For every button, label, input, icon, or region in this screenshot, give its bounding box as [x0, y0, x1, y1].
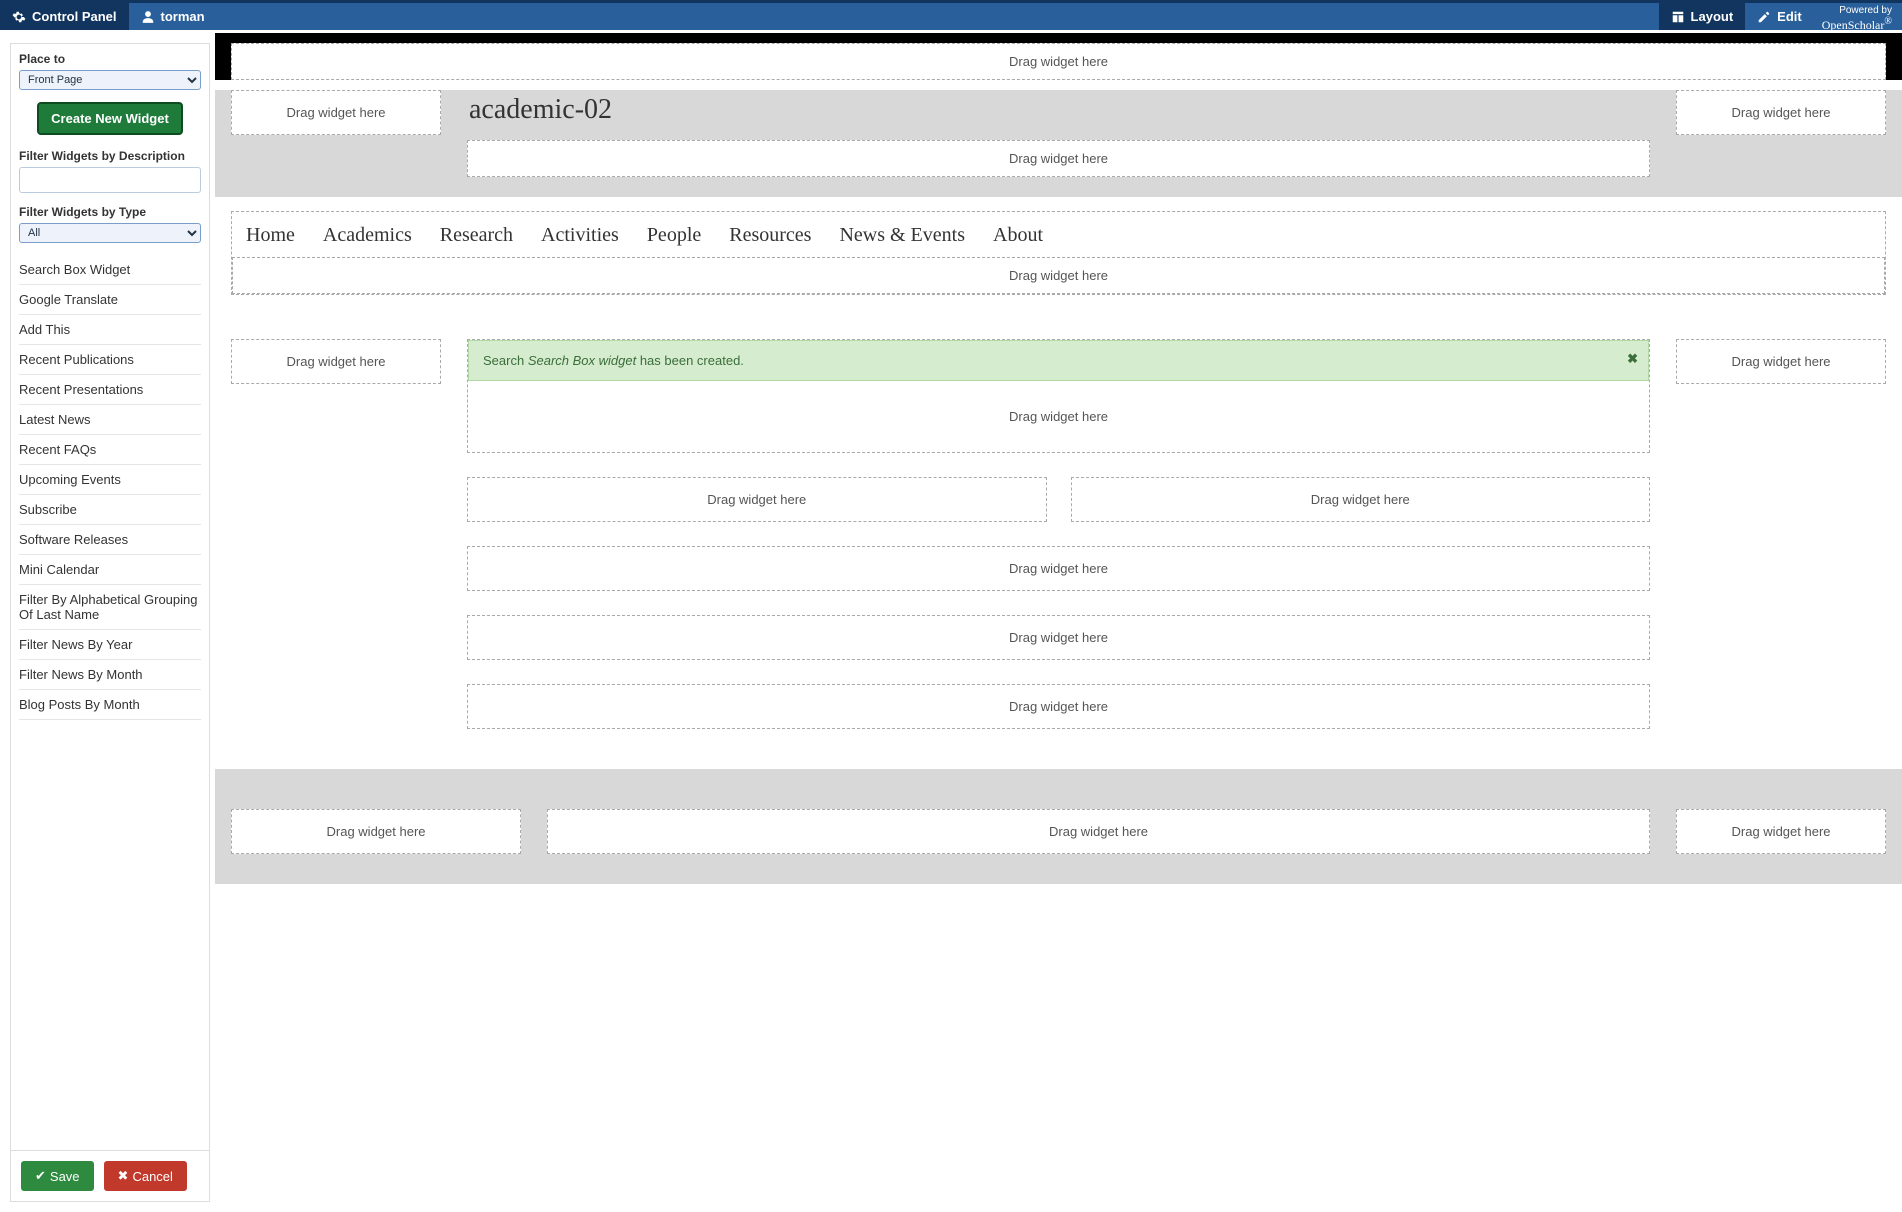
- nav-people[interactable]: People: [647, 224, 701, 247]
- dropzone-content-main[interactable]: Drag widget here: [468, 381, 1649, 452]
- widget-item-recent-faqs[interactable]: Recent FAQs: [19, 435, 201, 465]
- cancel-label: Cancel: [132, 1169, 172, 1184]
- widget-item-mini-calendar[interactable]: Mini Calendar: [19, 555, 201, 585]
- dropzone-header-center[interactable]: Drag widget here: [467, 140, 1650, 177]
- dropzone-header-right[interactable]: Drag widget here: [1676, 90, 1886, 135]
- nav-news[interactable]: News & Events: [839, 224, 965, 247]
- widget-list: Search Box Widget Google Translate Add T…: [19, 255, 201, 720]
- username-label: torman: [161, 9, 205, 24]
- control-panel-label: Control Panel: [32, 9, 117, 24]
- widget-item-google-translate[interactable]: Google Translate: [19, 285, 201, 315]
- widget-item-recent-presentations[interactable]: Recent Presentations: [19, 375, 201, 405]
- dropzone-header-left[interactable]: Drag widget here: [231, 90, 441, 135]
- widget-item-subscribe[interactable]: Subscribe: [19, 495, 201, 525]
- dropzone-center-3[interactable]: Drag widget here: [467, 684, 1650, 729]
- gear-icon: [12, 10, 26, 24]
- save-label: Save: [50, 1169, 80, 1184]
- create-new-widget-button[interactable]: Create New Widget: [37, 102, 183, 135]
- control-panel-button[interactable]: Control Panel: [0, 3, 129, 30]
- alert-text-suffix: has been created.: [636, 353, 744, 368]
- widget-item-filter-alpha[interactable]: Filter By Alphabetical Grouping Of Last …: [19, 585, 201, 630]
- widget-item-search-box[interactable]: Search Box Widget: [19, 255, 201, 285]
- powered-by[interactable]: Powered by OpenScholar®: [1814, 3, 1902, 30]
- alert-close-button[interactable]: ✖: [1627, 351, 1638, 367]
- cancel-button[interactable]: ✖ Cancel: [104, 1161, 187, 1191]
- dropzone-footer-center[interactable]: Drag widget here: [547, 809, 1650, 854]
- dropzone-content-left[interactable]: Drag widget here: [231, 339, 441, 384]
- widget-item-filter-news-month[interactable]: Filter News By Month: [19, 660, 201, 690]
- widget-item-upcoming-events[interactable]: Upcoming Events: [19, 465, 201, 495]
- admin-bar: Control Panel torman Layout Edit Powered…: [0, 0, 1902, 30]
- layout-canvas[interactable]: Drag widget here Drag widget here academ…: [215, 33, 1902, 1212]
- alert-text-em: Search Box widget: [528, 353, 636, 368]
- nav-academics[interactable]: Academics: [323, 224, 412, 247]
- dropzone-top[interactable]: Drag widget here: [231, 43, 1886, 80]
- layout-icon: [1671, 10, 1685, 24]
- footer-region: Drag widget here Drag widget here Drag w…: [215, 769, 1902, 884]
- widget-item-blog-posts-month[interactable]: Blog Posts By Month: [19, 690, 201, 720]
- nav-research[interactable]: Research: [440, 224, 513, 247]
- layout-button[interactable]: Layout: [1659, 3, 1746, 30]
- pencil-icon: [1757, 10, 1771, 24]
- filter-desc-label: Filter Widgets by Description: [19, 149, 201, 163]
- widget-item-filter-news-year[interactable]: Filter News By Year: [19, 630, 201, 660]
- dropzone-footer-left[interactable]: Drag widget here: [231, 809, 521, 854]
- widget-item-latest-news[interactable]: Latest News: [19, 405, 201, 435]
- place-to-label: Place to: [19, 52, 201, 66]
- dropzone-content-right[interactable]: Drag widget here: [1676, 339, 1886, 384]
- dropzone-center-1[interactable]: Drag widget here: [467, 546, 1650, 591]
- nav-about[interactable]: About: [993, 224, 1043, 247]
- user-menu[interactable]: torman: [129, 3, 217, 30]
- save-button[interactable]: ✔ Save: [21, 1161, 94, 1191]
- place-to-select[interactable]: Front Page: [19, 70, 201, 90]
- dropzone-two-col-left[interactable]: Drag widget here: [467, 477, 1047, 522]
- close-icon: ✖: [118, 1168, 129, 1184]
- dropzone-footer-right[interactable]: Drag widget here: [1676, 809, 1886, 854]
- nav-home[interactable]: Home: [246, 224, 295, 247]
- nav-activities[interactable]: Activities: [541, 224, 619, 247]
- layout-label: Layout: [1691, 9, 1734, 24]
- dropzone-two-col-right[interactable]: Drag widget here: [1071, 477, 1651, 522]
- user-icon: [141, 10, 155, 24]
- filter-type-select[interactable]: All: [19, 223, 201, 243]
- success-alert: Search Search Box widget has been create…: [468, 340, 1649, 381]
- powered-by-text: Powered by: [1822, 5, 1892, 16]
- nav-region: Home Academics Research Activities Peopl…: [231, 211, 1886, 295]
- edit-button[interactable]: Edit: [1745, 3, 1814, 30]
- openscholar-text: OpenScholar: [1822, 18, 1885, 32]
- main-nav: Home Academics Research Activities Peopl…: [232, 212, 1885, 257]
- filter-desc-input[interactable]: [19, 167, 201, 193]
- header-region: Drag widget here academic-02 Drag widget…: [215, 90, 1902, 197]
- edit-label: Edit: [1777, 9, 1802, 24]
- check-icon: ✔: [35, 1168, 46, 1184]
- sidebar: Place to Front Page Create New Widget Fi…: [0, 33, 215, 1212]
- dropzone-center-2[interactable]: Drag widget here: [467, 615, 1650, 660]
- alert-text-prefix: Search: [483, 353, 528, 368]
- widget-item-recent-publications[interactable]: Recent Publications: [19, 345, 201, 375]
- widget-item-add-this[interactable]: Add This: [19, 315, 201, 345]
- site-title: academic-02: [467, 90, 1650, 130]
- content-main-block: Search Search Box widget has been create…: [467, 339, 1650, 453]
- widget-item-software-releases[interactable]: Software Releases: [19, 525, 201, 555]
- dropzone-nav[interactable]: Drag widget here: [232, 257, 1885, 294]
- filter-type-label: Filter Widgets by Type: [19, 205, 201, 219]
- nav-resources[interactable]: Resources: [729, 224, 811, 247]
